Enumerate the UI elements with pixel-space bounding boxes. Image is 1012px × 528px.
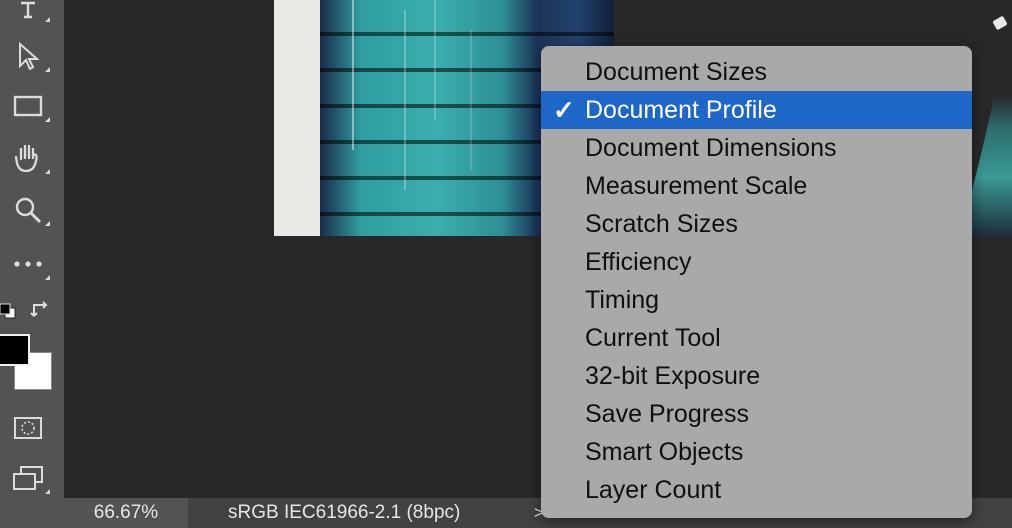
rectangle-tool[interactable] [6,86,50,126]
menu-item-document-sizes[interactable]: Document Sizes [541,53,972,91]
type-tool-icon [21,1,35,19]
photoshop-window: 66.67% sRGB IEC61966-2.1 (8bpc) > Docume… [0,0,1012,528]
menu-item-label: Document Profile [585,96,777,124]
screen-mode-tool[interactable] [6,458,50,498]
menu-item-current-tool[interactable]: Current Tool [541,319,972,357]
rectangle-tool-icon [13,95,43,117]
menu-item-smart-objects[interactable]: Smart Objects [541,433,972,471]
menu-item-layer-count[interactable]: Layer Count [541,471,972,509]
status-info-menu: Document Sizes ✓ Document Profile Documen… [541,46,972,518]
quick-mask-icon [14,417,42,439]
foreground-color-swatch[interactable] [0,334,30,366]
menu-item-efficiency[interactable]: Efficiency [541,243,972,281]
hand-tool[interactable] [6,138,50,178]
more-tools[interactable] [6,244,50,284]
menu-item-label: Save Progress [585,400,749,428]
menu-item-label: Timing [585,286,660,314]
menu-item-timing[interactable]: Timing [541,281,972,319]
menu-item-label: Measurement Scale [585,172,808,200]
menu-item-label: Efficiency [585,248,692,276]
document-profile-info: sRGB IEC61966-2.1 (8bpc) [228,502,461,523]
menu-item-label: Smart Objects [585,438,744,466]
path-selection-tool[interactable] [6,36,50,76]
more-tools-icon [14,261,42,267]
menu-item-label: 32-bit Exposure [585,362,761,390]
menu-item-document-profile[interactable]: ✓ Document Profile [541,91,972,129]
default-colors-icon[interactable] [0,302,16,320]
type-tool[interactable] [6,0,50,26]
menu-item-measurement-scale[interactable]: Measurement Scale [541,167,972,205]
menu-item-32-bit-exposure[interactable]: 32-bit Exposure [541,357,972,395]
menu-item-save-progress[interactable]: Save Progress [541,395,972,433]
menu-item-label: Current Tool [585,324,721,352]
menu-item-label: Scratch Sizes [585,210,738,238]
tools-panel [0,0,65,528]
zoom-level[interactable]: 66.67% [64,498,188,528]
zoom-tool-icon [15,197,42,224]
menu-item-label: Layer Count [585,476,722,504]
quick-mask-tool[interactable] [6,408,50,448]
document-image-edge [968,0,1012,236]
screen-mode-icon [13,466,43,490]
menu-item-label: Document Dimensions [585,134,837,162]
menu-item-document-dimensions[interactable]: Document Dimensions [541,129,972,167]
menu-item-label: Document Sizes [585,58,768,86]
swap-colors-icon[interactable] [30,300,52,322]
path-selection-icon [19,42,39,70]
checkmark-icon: ✓ [553,95,575,125]
menu-item-scratch-sizes[interactable]: Scratch Sizes [541,205,972,243]
hand-tool-icon [14,144,38,173]
zoom-tool[interactable] [6,190,50,230]
